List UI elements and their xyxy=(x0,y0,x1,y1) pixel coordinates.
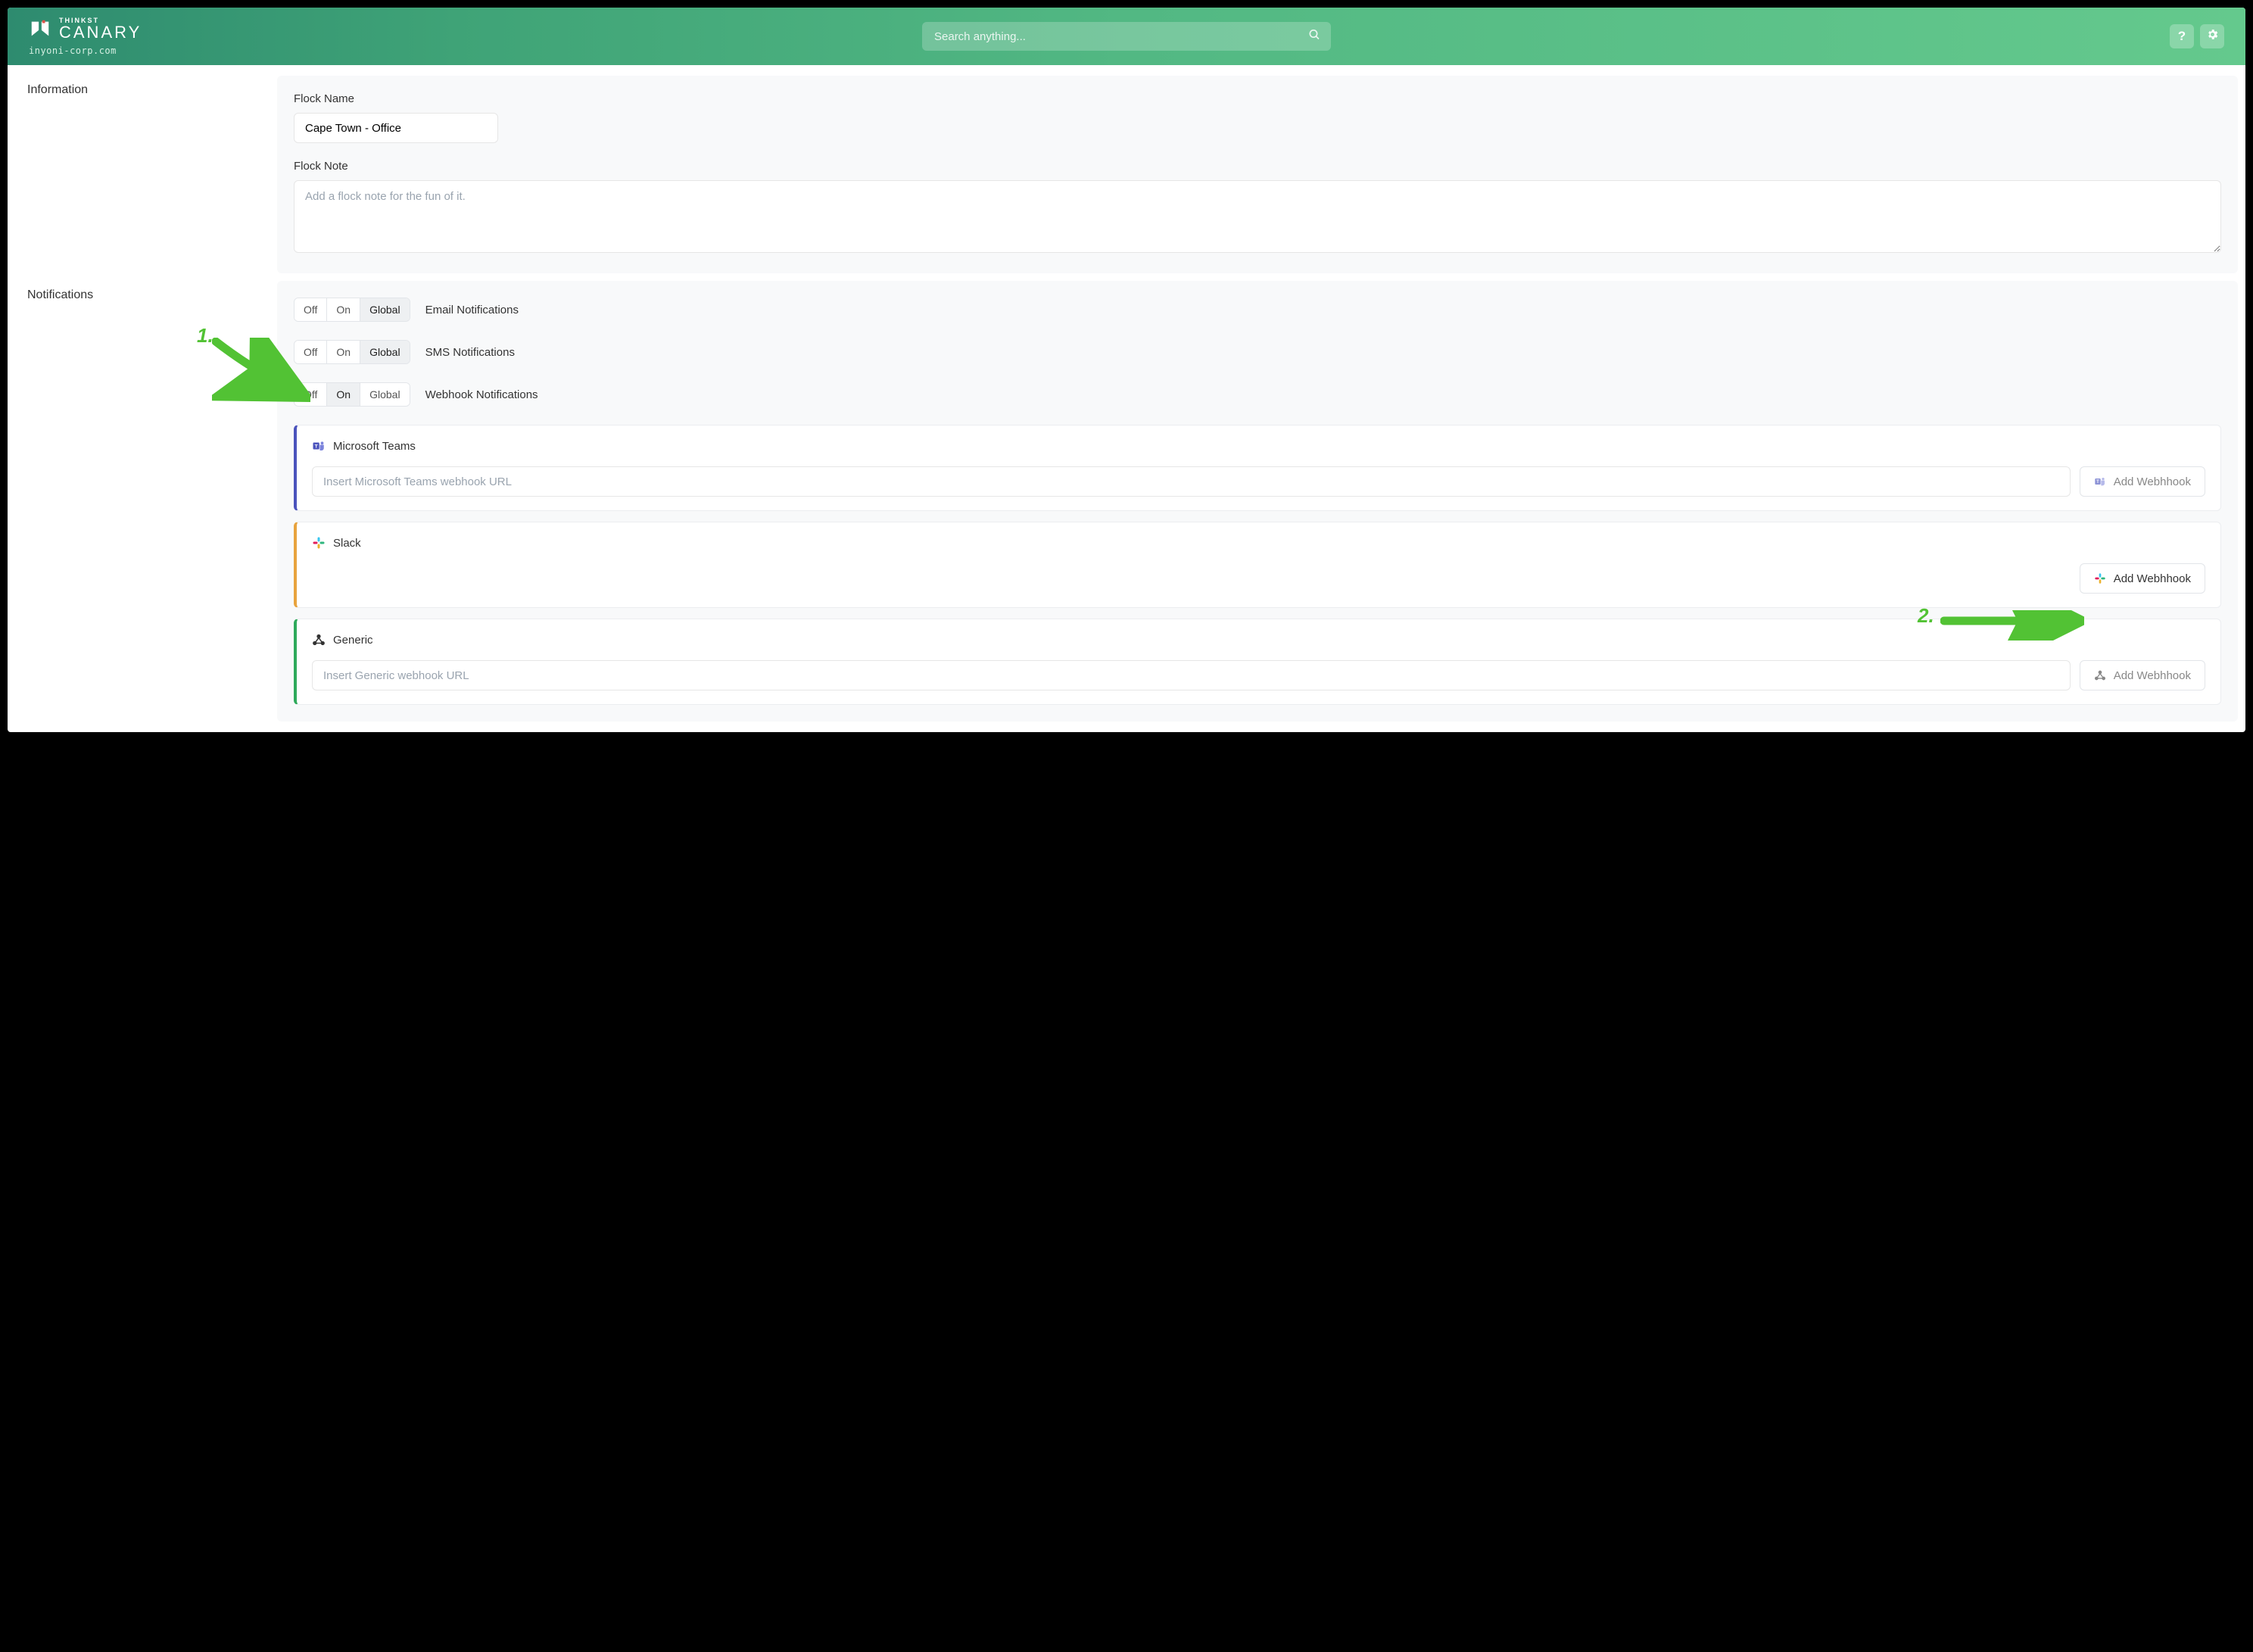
teams-webhook-card: T Microsoft Teams T Add Webhhook xyxy=(294,425,2221,511)
webhook-notifications-row: Off On Global Webhook Notifications xyxy=(294,382,2221,407)
slack-icon xyxy=(312,536,326,550)
webhook-off-button[interactable]: Off xyxy=(294,383,327,406)
teams-add-webhook-button[interactable]: T Add Webhhook xyxy=(2080,466,2205,497)
ms-teams-icon: T xyxy=(312,439,326,453)
teams-title: Microsoft Teams xyxy=(333,440,416,453)
domain-text: inyoni-corp.com xyxy=(29,45,142,56)
brand-title: CANARY xyxy=(59,24,142,41)
generic-webhook-input[interactable] xyxy=(312,660,2071,690)
settings-button[interactable] xyxy=(2200,24,2224,48)
generic-add-webhook-button[interactable]: Add Webhhook xyxy=(2080,660,2205,690)
slack-add-webhook-button[interactable]: Add Webhhook xyxy=(2080,563,2205,594)
section-notifications-title: Notifications xyxy=(27,281,270,722)
slack-add-label: Add Webhhook xyxy=(2114,572,2191,585)
flock-note-textarea[interactable] xyxy=(294,180,2221,253)
sms-on-button[interactable]: On xyxy=(327,341,360,363)
logo-area: THINKST CANARY inyoni-corp.com xyxy=(29,17,142,56)
search-input[interactable] xyxy=(922,22,1331,51)
svg-text:T: T xyxy=(2096,480,2099,485)
flock-name-input[interactable] xyxy=(294,113,498,143)
generic-title: Generic xyxy=(333,634,373,647)
generic-webhook-card: Generic Add Webhhook xyxy=(294,619,2221,705)
sms-global-button[interactable]: Global xyxy=(360,341,409,363)
help-button[interactable]: ? xyxy=(2170,24,2194,48)
section-information-title: Information xyxy=(27,76,270,273)
slack-title: Slack xyxy=(333,537,361,550)
email-notifications-label: Email Notifications xyxy=(425,304,519,316)
slack-webhook-card: Slack Add Webhhook 2. xyxy=(294,522,2221,608)
webhook-notifications-label: Webhook Notifications xyxy=(425,388,538,401)
notifications-panel: Off On Global Email Notifications Off On… xyxy=(277,281,2238,722)
email-notifications-row: Off On Global Email Notifications xyxy=(294,298,2221,322)
sms-notifications-label: SMS Notifications xyxy=(425,346,515,359)
ms-teams-icon: T xyxy=(2094,475,2106,488)
slack-icon xyxy=(2094,572,2106,584)
flock-note-label: Flock Note xyxy=(294,160,2221,173)
canary-logo-icon xyxy=(29,17,51,40)
email-on-button[interactable]: On xyxy=(327,298,360,321)
email-global-button[interactable]: Global xyxy=(360,298,409,321)
information-panel: Flock Name Flock Note xyxy=(277,76,2238,273)
flock-name-label: Flock Name xyxy=(294,92,2221,105)
teams-add-label: Add Webhhook xyxy=(2114,475,2191,488)
gear-icon xyxy=(2206,28,2219,45)
generic-add-label: Add Webhhook xyxy=(2114,669,2191,682)
header: THINKST CANARY inyoni-corp.com ? xyxy=(8,8,2245,65)
webhook-icon xyxy=(312,633,326,647)
email-off-button[interactable]: Off xyxy=(294,298,327,321)
teams-webhook-input[interactable] xyxy=(312,466,2071,497)
webhook-icon xyxy=(2094,669,2106,681)
sms-notifications-row: Off On Global SMS Notifications xyxy=(294,340,2221,364)
webhook-global-button[interactable]: Global xyxy=(360,383,409,406)
webhook-on-button[interactable]: On xyxy=(327,383,360,406)
sms-off-button[interactable]: Off xyxy=(294,341,327,363)
